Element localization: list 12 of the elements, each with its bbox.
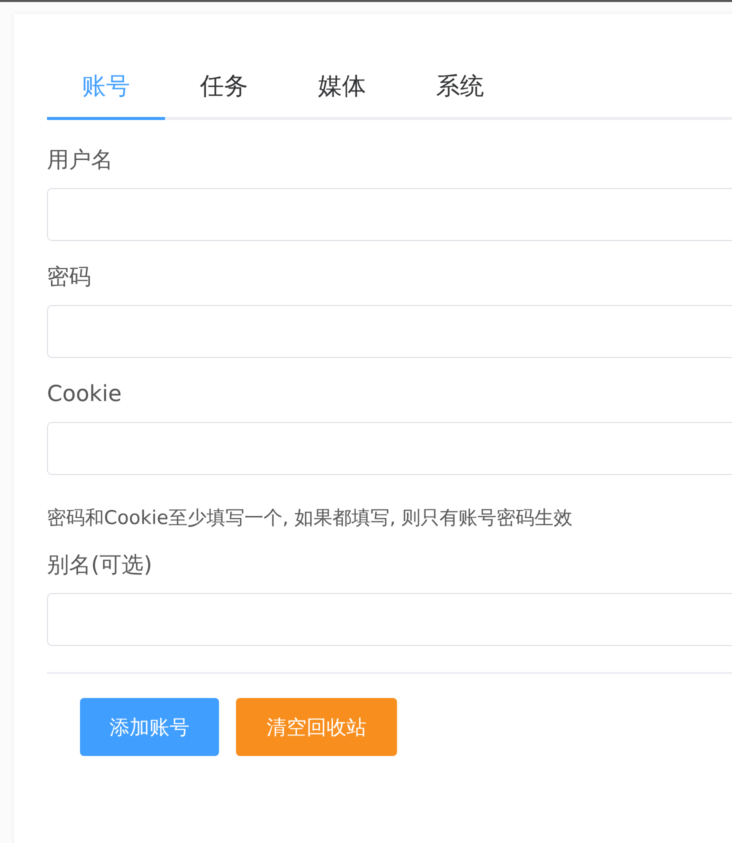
tab[interactable]: 任务 <box>165 66 283 120</box>
field-label: 别名(可选) <box>47 552 154 580</box>
tab[interactable]: 系统 <box>401 66 519 120</box>
input-field[interactable] <box>47 305 732 358</box>
hint-text: 密码和Cookie至少填写一个, 如果都填写, 则只有账号密码生效 <box>47 506 574 531</box>
field-label: 用户名 <box>47 147 114 175</box>
field-label: 密码 <box>47 264 92 292</box>
field-label: Cookie <box>47 381 123 409</box>
input-field[interactable] <box>47 188 732 241</box>
input-field[interactable] <box>47 593 732 646</box>
tab[interactable]: 媒体 <box>283 66 401 120</box>
input-field[interactable] <box>47 422 732 475</box>
